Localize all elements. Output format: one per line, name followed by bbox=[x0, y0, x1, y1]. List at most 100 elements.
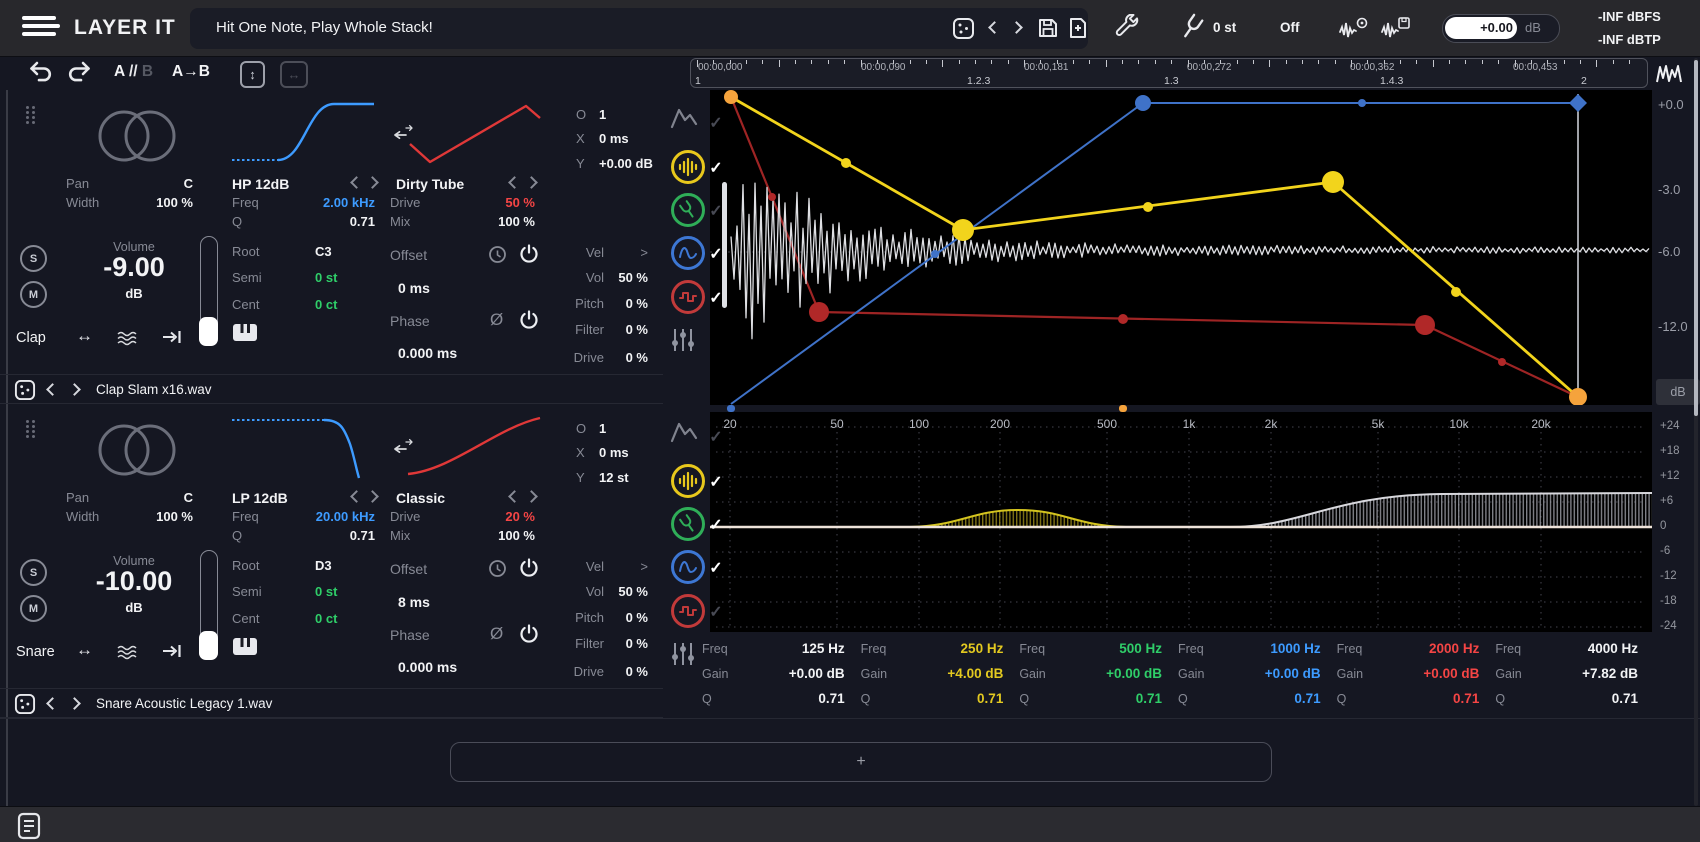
filter-freq-value[interactable]: 20.00 kHz bbox=[255, 509, 375, 524]
envelope-editor[interactable] bbox=[710, 90, 1652, 405]
envelope-icon[interactable] bbox=[669, 419, 705, 455]
env-layer-check[interactable]: ✓ bbox=[706, 288, 726, 308]
mix-value[interactable]: 100 % bbox=[420, 214, 535, 229]
shaper-next-icon[interactable] bbox=[525, 176, 538, 189]
eq-band-gain-value[interactable]: +0.00 dB bbox=[1265, 666, 1321, 681]
vol-mod-value[interactable]: 50 % bbox=[606, 584, 648, 599]
x-value[interactable]: 0 ms bbox=[599, 445, 629, 460]
clock-icon[interactable] bbox=[488, 245, 507, 264]
yellow-envelope-point[interactable] bbox=[1322, 171, 1344, 193]
randomize-dice-icon[interactable] bbox=[952, 17, 975, 40]
filter-curve[interactable] bbox=[228, 96, 378, 170]
right-scrollbar[interactable] bbox=[1694, 58, 1698, 806]
pitch-mod-value[interactable]: 0 % bbox=[606, 610, 648, 625]
sample-name[interactable]: Clap Slam x16.wav bbox=[96, 382, 212, 397]
waveform-zoom-icon[interactable] bbox=[1654, 60, 1684, 88]
filter-q-value[interactable]: 0.71 bbox=[255, 528, 375, 543]
sample-name[interactable]: Snare Acoustic Legacy 1.wav bbox=[96, 696, 272, 711]
vol-mod-value[interactable]: 50 % bbox=[606, 270, 648, 285]
volume-fader[interactable] bbox=[200, 236, 218, 346]
settings-wrench-icon[interactable] bbox=[1114, 14, 1142, 42]
solo-button[interactable]: S bbox=[20, 559, 47, 586]
env-layer-check[interactable]: ✓ bbox=[706, 113, 726, 133]
red-envelope-point[interactable] bbox=[1415, 315, 1435, 335]
envelope-icon[interactable] bbox=[669, 105, 705, 141]
vel-mode[interactable]: > bbox=[606, 559, 648, 574]
volume-fader[interactable] bbox=[200, 550, 218, 660]
timeline-ruler[interactable]: 00:00,00000:00,09000:00,18100:00,27200:0… bbox=[690, 58, 1648, 88]
filter-mod-value[interactable]: 0 % bbox=[606, 636, 648, 651]
eq-band-freq-value[interactable]: 250 Hz bbox=[961, 641, 1004, 656]
sample-random-dice-icon[interactable] bbox=[14, 379, 36, 401]
a-to-b-copy-button[interactable]: A→B bbox=[172, 63, 210, 81]
phase-power-icon[interactable] bbox=[518, 309, 540, 331]
red-envelope-point[interactable] bbox=[809, 302, 829, 322]
filter-env-icon[interactable] bbox=[671, 236, 707, 272]
root-value[interactable]: D3 bbox=[315, 558, 332, 573]
drive-env-icon[interactable] bbox=[671, 594, 707, 630]
o-value[interactable]: 1 bbox=[599, 421, 606, 436]
fit-vertical-icon[interactable]: ↕ bbox=[240, 61, 265, 88]
env-layer-check[interactable]: ✓ bbox=[706, 158, 726, 178]
stereo-width-icon[interactable] bbox=[98, 108, 176, 164]
filter-env-icon[interactable] bbox=[671, 550, 707, 586]
sample-prev-icon[interactable] bbox=[46, 383, 59, 396]
eq-band-freq-value[interactable]: 1000 Hz bbox=[1270, 641, 1320, 656]
shaper-next-icon[interactable] bbox=[525, 490, 538, 503]
mute-button[interactable]: M bbox=[20, 281, 47, 308]
env-layer-check[interactable]: ✓ bbox=[706, 427, 726, 447]
add-layer-button[interactable]: + bbox=[450, 742, 1272, 782]
strip-marker[interactable] bbox=[727, 405, 735, 412]
ab-toggle[interactable]: A /// B bbox=[114, 63, 153, 81]
tuning-fork-icon[interactable] bbox=[1176, 13, 1206, 43]
mixer-icon[interactable] bbox=[669, 640, 705, 676]
mute-button[interactable]: M bbox=[20, 595, 47, 622]
volume-env-icon[interactable] bbox=[671, 464, 707, 500]
filter-mod-value[interactable]: 0 % bbox=[606, 322, 648, 337]
red-envelope-point[interactable] bbox=[768, 193, 776, 201]
eq-band-q-value[interactable]: 0.71 bbox=[1612, 691, 1638, 706]
eq-band-gain-value[interactable]: +7.82 dB bbox=[1582, 666, 1638, 681]
vel-mode[interactable]: > bbox=[606, 245, 648, 260]
eq-band-q-value[interactable]: 0.71 bbox=[818, 691, 844, 706]
root-value[interactable]: C3 bbox=[315, 244, 332, 259]
filter-prev-icon[interactable] bbox=[350, 490, 363, 503]
phase-power-icon[interactable] bbox=[518, 623, 540, 645]
drive-value[interactable]: 50 % bbox=[420, 195, 535, 210]
offset-power-icon[interactable] bbox=[518, 243, 540, 265]
filter-freq-value[interactable]: 2.00 kHz bbox=[255, 195, 375, 210]
env-layer-check[interactable]: ✓ bbox=[706, 201, 726, 221]
warp-wave-icon[interactable] bbox=[116, 645, 140, 660]
volume-env-icon[interactable] bbox=[671, 150, 707, 186]
filter-next-icon[interactable] bbox=[366, 490, 379, 503]
snap-to-end-icon[interactable] bbox=[162, 643, 184, 659]
semi-value[interactable]: 0 st bbox=[315, 270, 337, 285]
shaper-curve[interactable] bbox=[400, 96, 548, 170]
clock-icon[interactable] bbox=[488, 559, 507, 578]
cent-value[interactable]: 0 ct bbox=[315, 611, 337, 626]
layer-name[interactable]: Clap bbox=[16, 330, 46, 346]
filter-type[interactable]: HP 12dB bbox=[232, 176, 289, 192]
eq-band-gain-value[interactable]: +4.00 dB bbox=[947, 666, 1003, 681]
phase-invert-icon[interactable]: Ø bbox=[490, 310, 503, 330]
env-layer-check[interactable]: ✓ bbox=[706, 472, 726, 492]
filter-prev-icon[interactable] bbox=[350, 176, 363, 189]
preset-name[interactable]: Hit One Note, Play Whole Stack! bbox=[216, 19, 433, 36]
red-envelope-point[interactable] bbox=[1498, 358, 1506, 366]
pitch-env-icon[interactable] bbox=[671, 507, 707, 543]
sample-next-icon[interactable] bbox=[68, 697, 81, 710]
yellow-envelope-point[interactable] bbox=[1451, 287, 1461, 297]
mixer-icon[interactable] bbox=[669, 326, 705, 362]
pan-value[interactable]: C bbox=[100, 176, 193, 191]
eq-band-gain-value[interactable]: +0.00 dB bbox=[1423, 666, 1479, 681]
eq-band-gain-value[interactable]: +0.00 dB bbox=[1106, 666, 1162, 681]
strip-marker[interactable] bbox=[1119, 405, 1127, 412]
drive-mod-value[interactable]: 0 % bbox=[606, 350, 648, 365]
shaper-prev-icon[interactable] bbox=[508, 176, 521, 189]
drive-value[interactable]: 20 % bbox=[420, 509, 535, 524]
o-value[interactable]: 1 bbox=[599, 107, 606, 122]
shaper-prev-icon[interactable] bbox=[508, 490, 521, 503]
preset-bar[interactable]: Hit One Note, Play Whole Stack! bbox=[190, 8, 1088, 49]
env-layer-check[interactable]: ✓ bbox=[706, 602, 726, 622]
fit-horizontal-icon[interactable]: ↔ bbox=[280, 61, 308, 88]
